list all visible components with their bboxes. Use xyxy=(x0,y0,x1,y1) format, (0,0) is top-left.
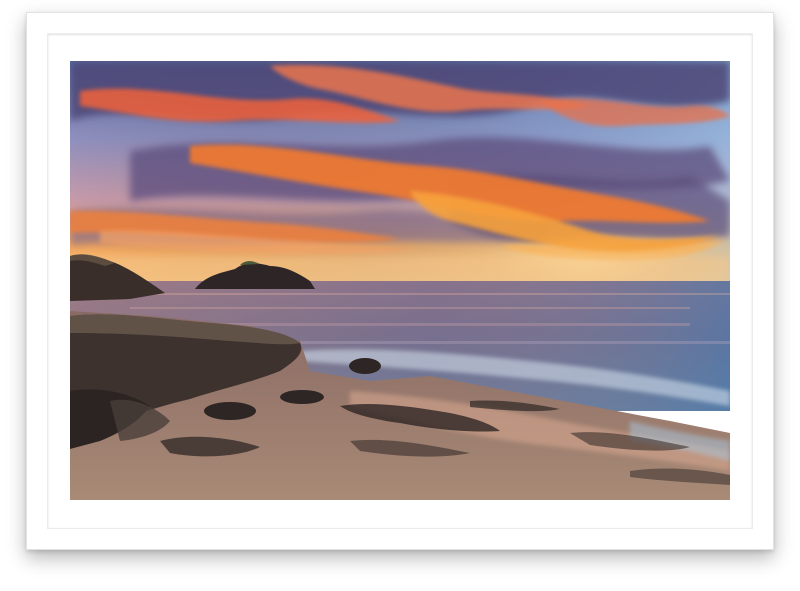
stage xyxy=(0,0,800,591)
seascape-image xyxy=(70,61,730,500)
framed-photo xyxy=(70,61,730,500)
